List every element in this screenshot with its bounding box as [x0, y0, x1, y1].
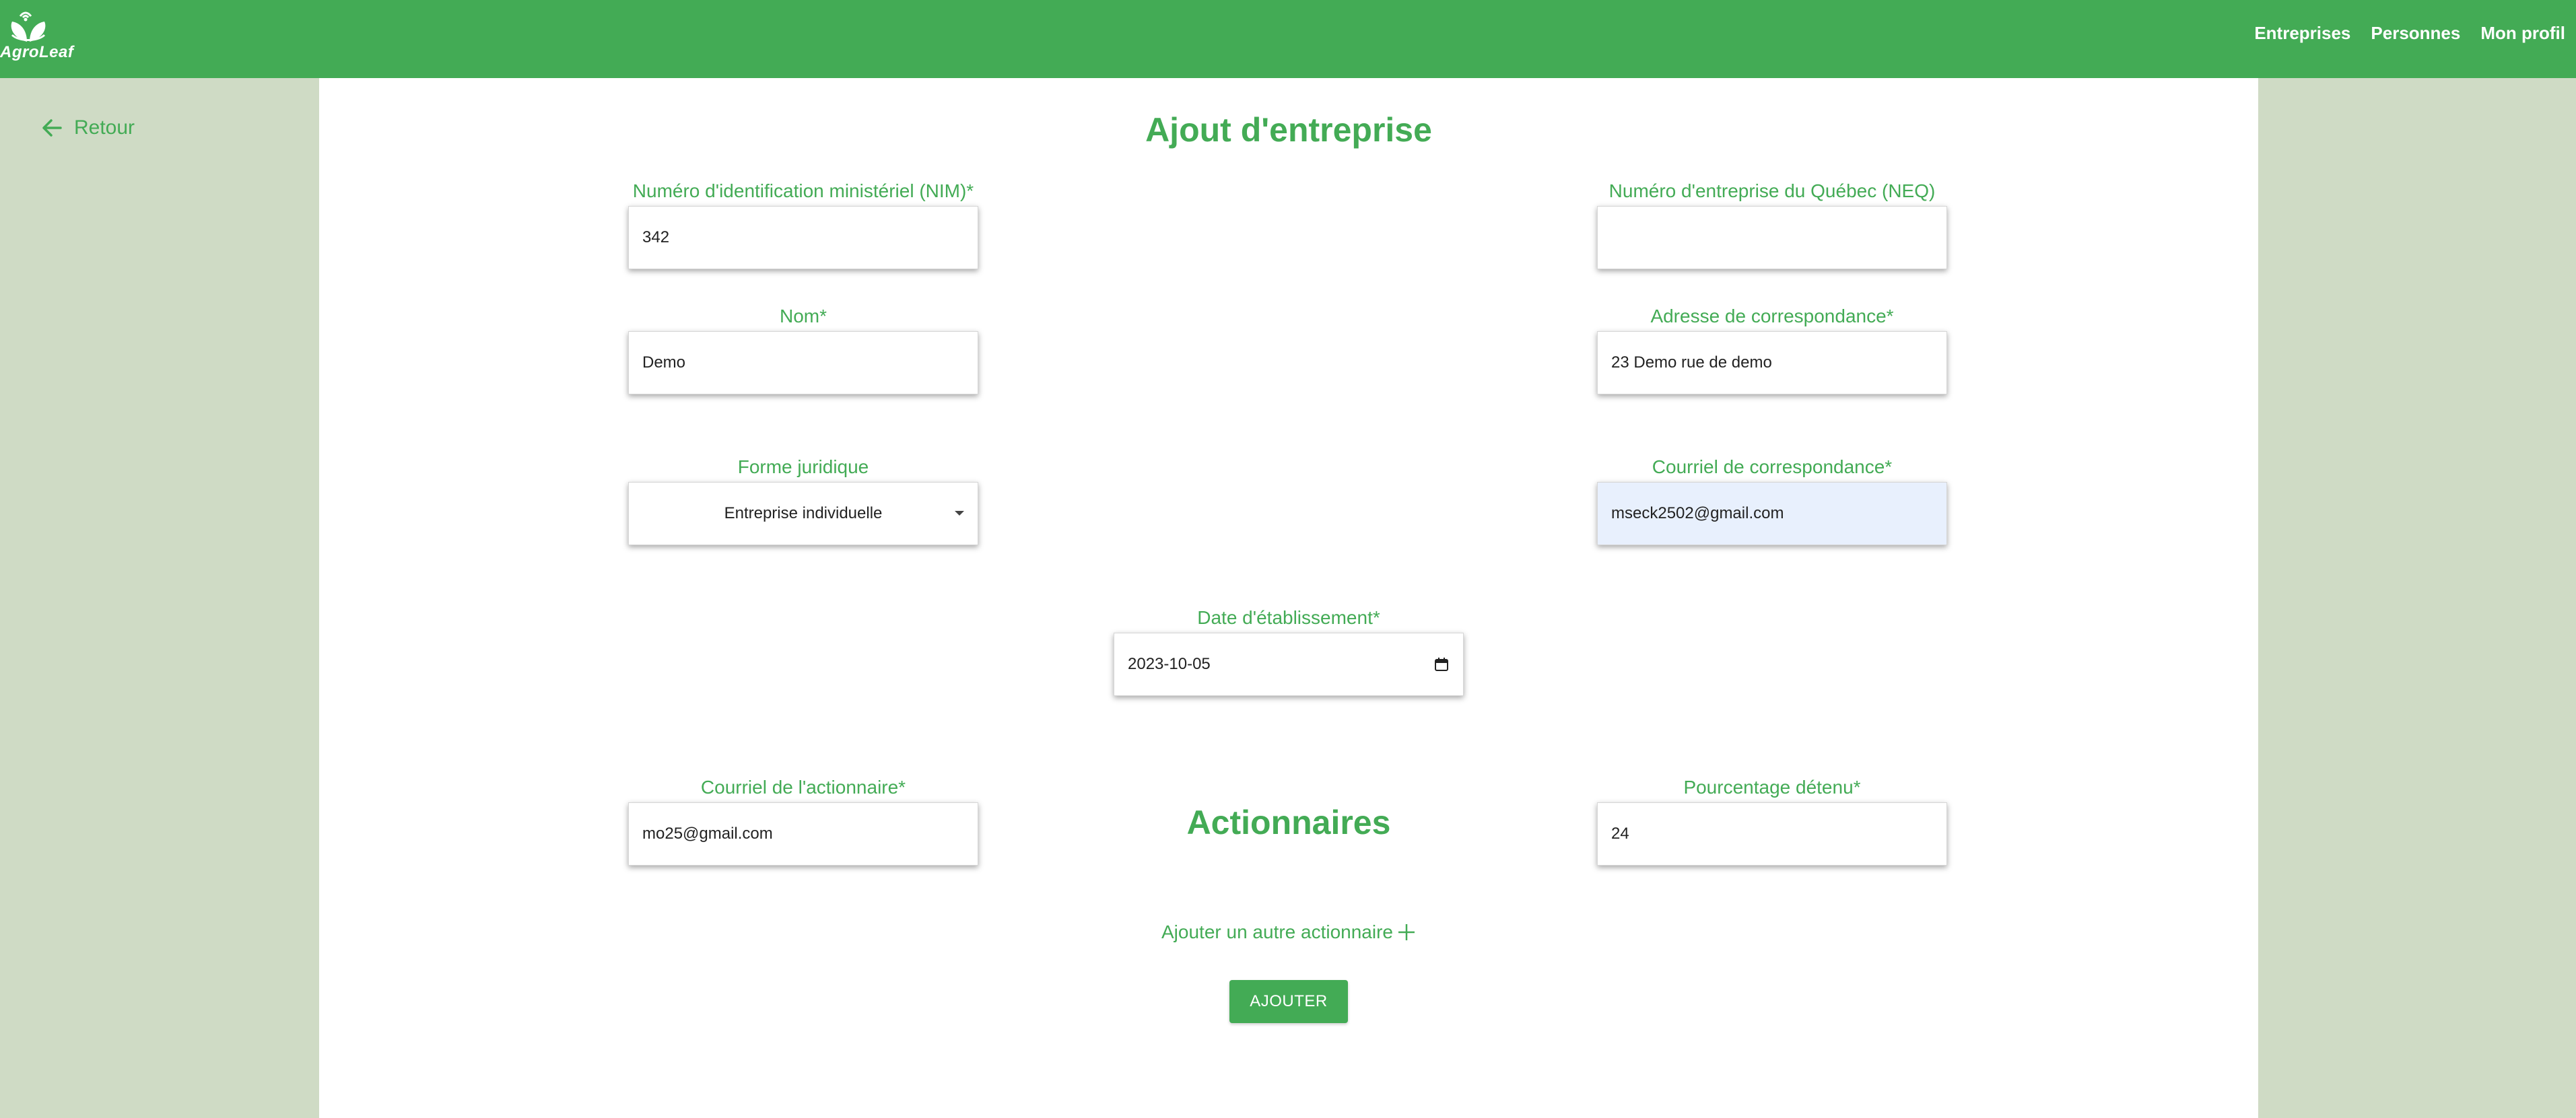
brand-logo[interactable]: AgroLeaf — [0, 0, 74, 67]
brand-name: AgroLeaf — [0, 43, 74, 61]
shareholder-email-input[interactable]: mo25@gmail.com — [628, 802, 978, 866]
forme-juridique-value: Entreprise individuelle — [724, 504, 883, 522]
nom-input[interactable]: Demo — [628, 331, 978, 394]
left-sidebar: Retour — [0, 78, 319, 1118]
nav-link-mon-profil[interactable]: Mon profil — [2480, 23, 2565, 44]
forme-juridique-field: Forme juridique Entreprise individuelle — [628, 456, 978, 545]
adresse-field: Adresse de correspondance* 23 Demo rue d… — [1597, 306, 1947, 394]
add-shareholder-link[interactable]: Ajouter un autre actionnaire — [319, 921, 2258, 943]
courriel-field: Courriel de correspondance* mseck2502@gm… — [1597, 456, 1947, 545]
adresse-label: Adresse de correspondance* — [1650, 306, 1894, 326]
date-label: Date d'établissement* — [1197, 607, 1380, 628]
nav-links: Entreprises Personnes Mon profil — [2254, 23, 2565, 44]
forme-juridique-select[interactable]: Entreprise individuelle — [628, 482, 978, 545]
calendar-icon[interactable] — [1433, 656, 1450, 672]
neq-label: Numéro d'entreprise du Québec (NEQ) — [1608, 180, 1936, 201]
nav-link-entreprises[interactable]: Entreprises — [2254, 23, 2350, 44]
nom-field: Nom* Demo — [628, 306, 978, 394]
adresse-input[interactable]: 23 Demo rue de demo — [1597, 331, 1947, 394]
forme-juridique-label: Forme juridique — [737, 456, 869, 477]
plus-icon — [1398, 924, 1415, 940]
nav-link-personnes[interactable]: Personnes — [2371, 23, 2460, 44]
neq-input[interactable] — [1597, 206, 1947, 269]
submit-add-button[interactable]: AJOUTER — [1229, 980, 1348, 1023]
nim-field: Numéro d'identification ministériel (NIM… — [628, 180, 978, 269]
neq-field: Numéro d'entreprise du Québec (NEQ) — [1597, 180, 1947, 269]
shareholder-email-field: Courriel de l'actionnaire* mo25@gmail.co… — [628, 777, 978, 866]
add-shareholder-label: Ajouter un autre actionnaire — [1161, 921, 1393, 942]
arrow-left-icon — [42, 119, 62, 137]
shareholder-email-label: Courriel de l'actionnaire* — [700, 777, 906, 798]
back-label: Retour — [74, 116, 135, 139]
top-navbar: AgroLeaf Entreprises Personnes Mon profi… — [0, 0, 2576, 78]
date-value: 2023-10-05 — [1128, 655, 1211, 673]
right-panel — [2258, 78, 2576, 1118]
shareholder-percent-label: Pourcentage détenu* — [1683, 777, 1861, 798]
date-input[interactable]: 2023-10-05 — [1114, 633, 1464, 696]
shareholder-percent-input[interactable]: 24 — [1597, 802, 1947, 866]
nim-label: Numéro d'identification ministériel (NIM… — [632, 180, 974, 201]
shareholder-percent-field: Pourcentage détenu* 24 — [1597, 777, 1947, 866]
date-field: Date d'établissement* 2023-10-05 — [1114, 607, 1464, 696]
main-content: Ajout d'entreprise Numéro d'identificati… — [319, 78, 2258, 1118]
courriel-input[interactable]: mseck2502@gmail.com — [1597, 482, 1947, 545]
back-link[interactable]: Retour — [40, 116, 135, 140]
courriel-label: Courriel de correspondance* — [1652, 456, 1893, 477]
nom-label: Nom* — [779, 306, 827, 326]
nim-input[interactable]: 342 — [628, 206, 978, 269]
dropdown-caret-icon — [955, 511, 964, 516]
page-title: Ajout d'entreprise — [1145, 111, 1432, 149]
leaf-logo-icon — [11, 11, 46, 42]
shareholders-title: Actionnaires — [1186, 804, 1391, 841]
